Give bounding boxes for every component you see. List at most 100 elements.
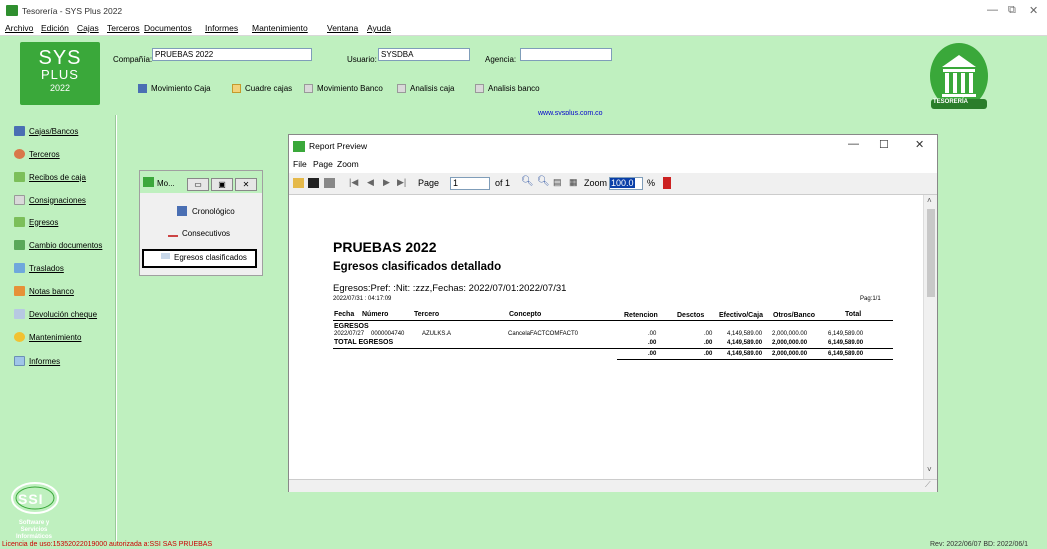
movimiento-banco-button[interactable]: Movimiento Banco bbox=[304, 84, 383, 93]
page-count: of 1 bbox=[495, 178, 511, 188]
zoom-in-icon[interactable]: 🔍︎ bbox=[521, 176, 534, 187]
total-total: 6,149,589.00 bbox=[828, 340, 864, 346]
sidebar-item-terceros[interactable]: Terceros bbox=[14, 149, 60, 159]
company-field[interactable]: PRUEBAS 2022 bbox=[152, 48, 312, 61]
sidebar-item-informes[interactable]: Informes bbox=[14, 356, 60, 366]
menu-edicion[interactable]: Edición bbox=[41, 23, 69, 33]
menu-informes[interactable]: Informes bbox=[205, 23, 238, 33]
page-label: Page bbox=[418, 178, 440, 188]
zoom-input[interactable]: 100.0 bbox=[609, 177, 643, 190]
movimiento-caja-label: Movimiento Caja bbox=[151, 84, 211, 93]
close-button[interactable]: ✕ bbox=[915, 138, 924, 151]
sidebar-item-devolucion-cheque[interactable]: Devolución cheque bbox=[14, 309, 97, 319]
movimiento-caja-button[interactable]: Movimiento Caja bbox=[138, 84, 211, 93]
cuadre-cajas-button[interactable]: Cuadre cajas bbox=[232, 84, 292, 93]
cell-retencion: .00 bbox=[648, 331, 657, 337]
movimiento-banco-label: Movimiento Banco bbox=[317, 84, 383, 93]
app-icon bbox=[143, 177, 154, 187]
sidebar-item-mantenimiento[interactable]: Mantenimiento bbox=[14, 332, 81, 342]
menu-ayuda[interactable]: Ayuda bbox=[367, 23, 391, 33]
grand-retencion: .00 bbox=[648, 351, 657, 357]
vertical-scrollbar[interactable]: ˄ ˅ bbox=[923, 195, 937, 479]
first-page-icon[interactable]: |◀ bbox=[349, 177, 358, 188]
agency-field[interactable] bbox=[520, 48, 612, 61]
gear-icon bbox=[14, 332, 25, 342]
col-numero: Número bbox=[362, 311, 389, 318]
report-title: Egresos clasificados detallado bbox=[333, 261, 502, 273]
scroll-up-icon[interactable]: ˄ bbox=[927, 196, 932, 205]
total-rule bbox=[333, 348, 893, 349]
sidebar-item-label: Recibos de caja bbox=[29, 172, 86, 182]
zoom-out-icon[interactable]: 🔍︎ bbox=[537, 176, 550, 187]
next-page-icon[interactable]: ▶ bbox=[383, 177, 390, 188]
cell-total: 6,149,589.00 bbox=[828, 331, 864, 337]
sidebar-item-traslados[interactable]: Traslados bbox=[14, 263, 64, 273]
mini-window-controls: ▭ ▣ ✕ bbox=[187, 178, 257, 191]
sidebar-item-label: Cambio documentos bbox=[29, 240, 103, 250]
scrollbar-thumb[interactable] bbox=[927, 209, 935, 297]
menu-item-label: Cronológico bbox=[192, 206, 235, 216]
exit-icon[interactable] bbox=[663, 177, 671, 189]
mini-window-title: Mo... bbox=[157, 179, 175, 188]
sidebar-item-label: Devolución cheque bbox=[29, 309, 98, 319]
sidebar-item-cambio-documentos[interactable]: Cambio documentos bbox=[14, 240, 102, 250]
analisis-caja-label: Analisis caja bbox=[410, 84, 455, 93]
printer-icon bbox=[14, 356, 25, 366]
menu-ventana[interactable]: Ventana bbox=[327, 23, 358, 33]
check-return-icon bbox=[14, 309, 25, 319]
menu-archivo[interactable]: Archivo bbox=[5, 23, 33, 33]
print-icon[interactable] bbox=[324, 178, 335, 188]
menu-cajas[interactable]: Cajas bbox=[77, 23, 99, 33]
agency-label: Agencia: bbox=[485, 55, 517, 64]
menu-item-consecutivos[interactable]: Consecutivos bbox=[168, 229, 230, 238]
sidebar-item-cajas-bancos[interactable]: Cajas/Bancos bbox=[14, 126, 78, 136]
menu-mantenimiento[interactable]: Mantenimiento bbox=[252, 23, 308, 33]
cell-desctos: .00 bbox=[704, 331, 713, 337]
analisis-banco-label: Analisis banco bbox=[488, 84, 540, 93]
note-icon bbox=[14, 286, 25, 296]
save-icon[interactable] bbox=[308, 178, 319, 188]
report-preview-title: Report Preview bbox=[309, 141, 368, 151]
minimize-button[interactable]: ▭ bbox=[187, 178, 209, 191]
minimize-button[interactable]: — bbox=[848, 138, 859, 150]
menu-terceros[interactable]: Terceros bbox=[107, 23, 140, 33]
sidebar-item-consignaciones[interactable]: Consignaciones bbox=[14, 195, 86, 205]
sidebar-item-notas-banco[interactable]: Notas banco bbox=[14, 286, 74, 296]
fit-width-icon[interactable]: ▤ bbox=[553, 177, 562, 188]
menu-item-cronologico[interactable]: Cronológico bbox=[177, 206, 235, 216]
open-icon[interactable] bbox=[293, 178, 304, 188]
scroll-down-icon[interactable]: ˅ bbox=[927, 465, 932, 474]
maximize-button[interactable]: ⧉ bbox=[1008, 4, 1016, 17]
app-icon bbox=[293, 141, 305, 152]
user-field[interactable]: SYSDBA bbox=[378, 48, 470, 61]
col-fecha: Fecha bbox=[334, 311, 355, 318]
fit-page-icon[interactable]: ▦ bbox=[569, 177, 578, 188]
report-company: PRUEBAS 2022 bbox=[333, 239, 437, 255]
prev-page-icon[interactable]: ◀ bbox=[367, 177, 374, 188]
sidebar-item-egresos[interactable]: Egresos bbox=[14, 217, 58, 227]
col-otros: Otros/Banco bbox=[773, 312, 816, 319]
analisis-caja-button[interactable]: Analisis caja bbox=[397, 84, 454, 93]
mini-title-bar: Mo... ▭ ▣ ✕ bbox=[140, 171, 262, 193]
menu-zoom[interactable]: Zoom bbox=[337, 159, 359, 169]
page-input[interactable]: 1 bbox=[450, 177, 490, 190]
revision-text: Rev: 2022/06/07 BD: 2022/06/1 bbox=[930, 541, 1029, 548]
menu-documentos[interactable]: Documentos bbox=[144, 23, 192, 33]
menu-item-egresos-clasificados[interactable]: Egresos clasificados bbox=[142, 249, 257, 268]
sidebar-item-recibos[interactable]: Recibos de caja bbox=[14, 172, 86, 182]
restore-button[interactable]: ▣ bbox=[211, 178, 233, 191]
analisis-banco-button[interactable]: Analisis banco bbox=[475, 84, 540, 93]
last-page-icon[interactable]: ▶| bbox=[397, 177, 406, 188]
company-label: Compañía: bbox=[113, 55, 153, 64]
header-rule bbox=[333, 320, 893, 321]
minimize-button[interactable]: — bbox=[987, 4, 998, 16]
close-button[interactable]: ✕ bbox=[235, 178, 257, 191]
menu-page[interactable]: Page bbox=[313, 159, 333, 169]
menu-file[interactable]: File bbox=[293, 159, 307, 169]
zoom-label: Zoom bbox=[584, 178, 608, 188]
resize-grip-icon[interactable]: ⟋ bbox=[925, 480, 931, 490]
close-button[interactable]: ✕ bbox=[1029, 4, 1038, 17]
cell-numero: 0000004740 bbox=[371, 331, 405, 337]
maximize-button[interactable]: ☐ bbox=[879, 138, 889, 151]
menu-item-label: Egresos clasificados bbox=[174, 253, 247, 262]
